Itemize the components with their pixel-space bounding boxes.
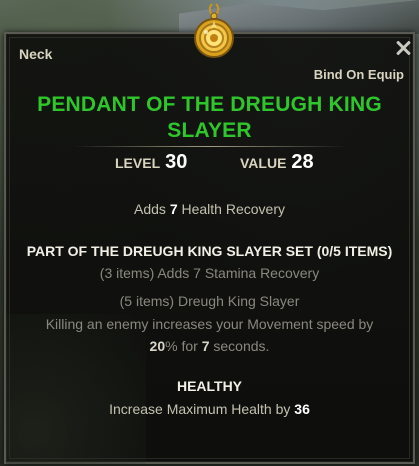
enchant-suffix: Health Recovery [181,201,286,217]
item-name: PENDANT OF THE DREUGH KING SLAYER [30,92,389,144]
item-name-line-2: SLAYER [167,119,252,142]
set-bonus-3-items: (3 items) Adds 7 Stamina Recovery [99,265,320,281]
trait-name: HEALTHY [176,378,243,394]
trait-desc-prefix: Increase Maximum Health by [109,401,291,417]
item-slot-label: Neck [19,46,53,62]
enchant-amount: 7 [169,201,178,217]
enchantment-text: Adds 7 Health Recovery [0,201,419,217]
set-bonus-mid: % for [165,338,198,354]
enchant-prefix: Adds [134,201,166,217]
trait-description: Increase Maximum Health by 36 [0,401,419,417]
level-value: 30 [165,151,188,173]
set-bonus-percent: 20 [149,338,166,354]
value-label: VALUE [240,155,287,171]
trait-desc-amount: 36 [294,401,310,417]
bind-type-label: Bind On Equip [313,67,404,82]
close-icon[interactable] [395,40,411,56]
level-stat: LEVEL 30 [115,151,187,174]
set-bonus-5-items-line-2: 20% for 7 seconds. [0,338,419,354]
value-stat: VALUE 28 [240,151,314,174]
set-bonus-5-items-title: (5 items) Dreugh King Slayer [119,293,300,309]
title-divider [72,146,347,147]
gold-value: 28 [291,151,314,173]
set-bonus-end: seconds. [213,338,270,354]
item-name-line-1: PENDANT OF THE DREUGH KING [37,93,382,116]
item-stats: LEVEL 30 VALUE 28 [0,151,419,177]
gold-pendant-icon [194,3,234,58]
set-bonus-seconds: 7 [201,338,210,354]
set-bonus-5-items-line-1: Killing an enemy increases your Movement… [45,316,374,332]
set-header: PART OF THE DREUGH KING SLAYER SET (0/5 … [26,243,393,259]
level-label: LEVEL [115,155,161,171]
